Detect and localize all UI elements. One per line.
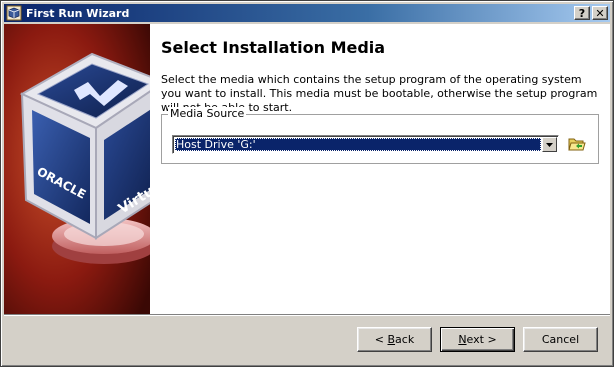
media-source-group: Media Source Host Drive 'G:' bbox=[161, 107, 599, 164]
cancel-button[interactable]: Cancel bbox=[523, 327, 598, 352]
title-bar[interactable]: First Run Wizard ? ✕ bbox=[4, 4, 610, 22]
window-title: First Run Wizard bbox=[26, 6, 130, 20]
virtualbox-logo-image: ORACLE Virtu bbox=[4, 24, 150, 314]
wizard-content: ORACLE Virtu Select Installation Media S… bbox=[4, 24, 610, 314]
close-button[interactable]: ✕ bbox=[592, 6, 608, 20]
next-button-rest: ext > bbox=[466, 333, 497, 346]
back-button-rest: ack bbox=[395, 333, 415, 346]
folder-open-icon[interactable] bbox=[567, 134, 587, 154]
media-source-label: Media Source bbox=[168, 107, 247, 120]
page-title: Select Installation Media bbox=[161, 38, 386, 57]
media-source-combobox[interactable]: Host Drive 'G:' bbox=[172, 135, 559, 154]
button-separator bbox=[4, 314, 610, 316]
media-source-selected-value[interactable]: Host Drive 'G:' bbox=[175, 138, 541, 151]
next-button[interactable]: Next > bbox=[440, 327, 515, 352]
help-button[interactable]: ? bbox=[574, 6, 590, 20]
virtualbox-icon bbox=[6, 5, 22, 21]
wizard-window: First Run Wizard ? ✕ ORACLE Virtu Select… bbox=[0, 0, 614, 367]
next-button-mnemonic: N bbox=[458, 333, 467, 346]
back-button-prefix: < bbox=[374, 333, 388, 346]
back-button[interactable]: < Back bbox=[357, 327, 432, 352]
chevron-down-icon[interactable] bbox=[542, 137, 557, 152]
back-button-mnemonic: B bbox=[387, 333, 396, 346]
